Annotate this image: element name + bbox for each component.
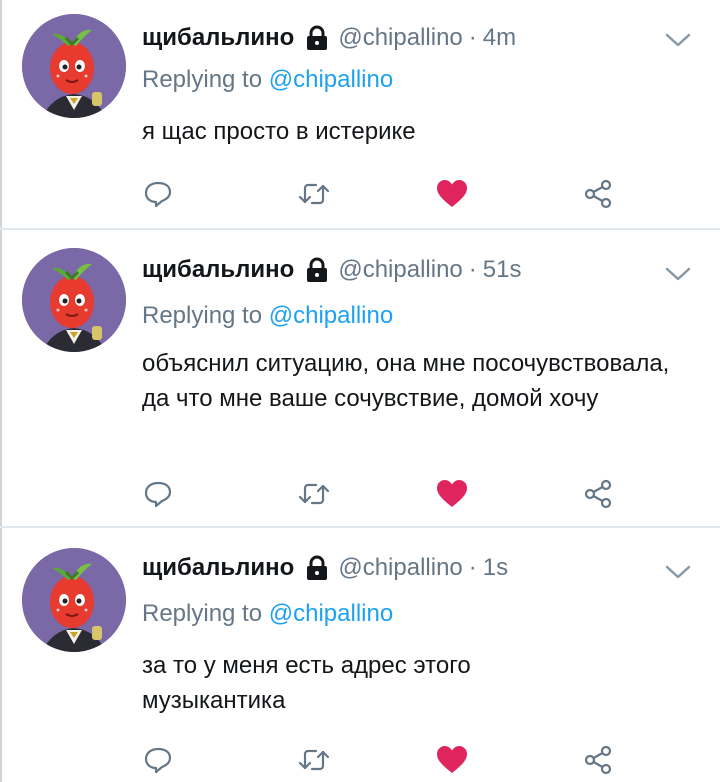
tweet-text: объяснил ситуацию, она мне посочувствова… [142, 350, 670, 412]
avatar-image [22, 248, 126, 352]
replying-prefix: Replying to [142, 302, 263, 329]
handle[interactable]: @chipallino [338, 256, 462, 284]
replying-to: Replying to @chipallino [142, 600, 393, 628]
separator-dot: · [468, 24, 477, 51]
lock-icon [304, 25, 330, 51]
tweet-text: за то у меня есть адрес этого музыкантик… [142, 652, 471, 714]
heart-icon [437, 180, 467, 207]
retweet-button[interactable] [294, 740, 334, 780]
tweet-header: щибальлино @chipallino · 4m [142, 20, 516, 56]
replying-handle-link[interactable]: @chipallino [269, 66, 393, 93]
replying-prefix: Replying to [142, 66, 263, 93]
retweet-button[interactable] [294, 474, 334, 514]
reply-icon [144, 747, 172, 774]
display-name[interactable]: щибальлино [142, 256, 294, 284]
like-button[interactable] [432, 474, 472, 514]
chevron-down-icon[interactable] [662, 258, 694, 290]
lock-icon [304, 257, 330, 283]
tweet[interactable]: щибальлино @chipallino · 51s Replying to… [0, 230, 720, 526]
tweet[interactable]: щибальлино @chipallino · 4m Replying to … [0, 0, 720, 228]
reply-icon [144, 181, 172, 208]
avatar[interactable] [22, 548, 126, 652]
tweet-header: щибальлино @chipallino · 51s [142, 252, 521, 288]
avatar[interactable] [22, 248, 126, 352]
retweet-icon [298, 749, 330, 771]
replying-prefix: Replying to [142, 600, 263, 627]
replying-handle-link[interactable]: @chipallino [269, 302, 393, 329]
timestamp[interactable]: 4m [483, 24, 516, 52]
avatar-image [22, 14, 126, 118]
retweet-button[interactable] [294, 174, 334, 214]
display-name[interactable]: щибальлино [142, 554, 294, 582]
retweet-icon [298, 183, 330, 205]
avatar-image [22, 548, 126, 652]
heart-icon [437, 480, 467, 507]
heart-icon [437, 746, 467, 773]
separator-dot: · [468, 256, 477, 283]
tweet-header: щибальлино @chipallino · 1s [142, 550, 508, 586]
chevron-down-icon[interactable] [662, 24, 694, 56]
share-icon [584, 179, 612, 209]
share-icon [584, 479, 612, 509]
timestamp[interactable]: 1s [483, 554, 508, 582]
display-name[interactable]: щибальлино [142, 24, 294, 52]
like-button[interactable] [432, 174, 472, 214]
avatar[interactable] [22, 14, 126, 118]
share-button[interactable] [578, 740, 618, 780]
retweet-icon [298, 483, 330, 505]
replying-to: Replying to @chipallino [142, 302, 393, 330]
replying-handle-link[interactable]: @chipallino [269, 600, 393, 627]
handle[interactable]: @chipallino [338, 24, 462, 52]
reply-button[interactable] [138, 474, 178, 514]
reply-button[interactable] [138, 174, 178, 214]
like-button[interactable] [432, 740, 472, 780]
tweet-text: я щас просто в истерике [142, 118, 416, 145]
reply-button[interactable] [138, 740, 178, 780]
handle[interactable]: @chipallino [338, 554, 462, 582]
share-button[interactable] [578, 474, 618, 514]
share-button[interactable] [578, 174, 618, 214]
separator-dot: · [468, 554, 477, 581]
tweet[interactable]: щибальлино @chipallino · 1s Replying to … [0, 528, 720, 782]
replying-to: Replying to @chipallino [142, 66, 393, 94]
chevron-down-icon[interactable] [662, 556, 694, 588]
timestamp[interactable]: 51s [483, 256, 522, 284]
lock-icon [304, 555, 330, 581]
reply-icon [144, 481, 172, 508]
share-icon [584, 745, 612, 775]
